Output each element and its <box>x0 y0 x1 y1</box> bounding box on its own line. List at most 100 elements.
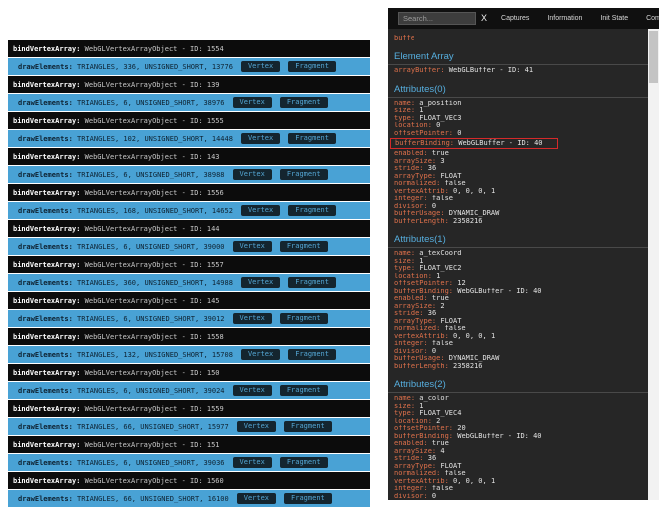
bind-vertex-array-row[interactable]: bindVertexArray: WebGLVertexArrayObject … <box>8 40 370 57</box>
bind-vertex-array-row[interactable]: bindVertexArray: WebGLVertexArrayObject … <box>8 328 370 345</box>
bind-vertex-array-row[interactable]: bindVertexArray: WebGLVertexArrayObject … <box>8 436 370 453</box>
property-name: integer: <box>394 340 428 347</box>
fragment-shader-button[interactable]: Fragment <box>279 457 328 468</box>
vertex-shader-button[interactable]: Vertex <box>240 205 281 216</box>
vertex-shader-button[interactable]: Vertex <box>240 349 281 360</box>
property-row: name: a_texCoord <box>388 250 648 258</box>
property-value: 2358216 <box>448 217 483 225</box>
bind-vertex-array-row[interactable]: bindVertexArray: WebGLVertexArrayObject … <box>8 220 370 237</box>
draw-elements-row[interactable]: drawElements: TRIANGLES, 6, UNSIGNED_SHO… <box>8 166 370 183</box>
fragment-shader-button[interactable]: Fragment <box>279 97 328 108</box>
bind-vertex-array-row[interactable]: bindVertexArray: WebGLVertexArrayObject … <box>8 364 370 381</box>
command-name: drawElements: <box>18 62 73 71</box>
command-args: WebGLVertexArrayObject - ID: 143 <box>80 152 220 161</box>
command-args: WebGLVertexArrayObject - ID: 150 <box>80 368 220 377</box>
command-name: bindVertexArray: <box>13 80 81 89</box>
property-row: stride: 36 <box>388 310 648 318</box>
property-row: bufferUsage: DYNAMIC_DRAW <box>388 355 648 363</box>
command-args: TRIANGLES, 336, UNSIGNED_SHORT, 13776 <box>72 62 233 71</box>
vertex-shader-button[interactable]: Vertex <box>232 385 272 396</box>
property-name: bufferUsage: <box>394 355 445 362</box>
property-row: offsetPointer: 12 <box>388 280 648 288</box>
vertex-shader-button[interactable]: Vertex <box>232 97 272 108</box>
command-name: bindVertexArray: <box>13 44 81 53</box>
search-input[interactable] <box>398 12 476 25</box>
vertex-shader-button[interactable]: Vertex <box>240 61 281 72</box>
property-name: enabled: <box>394 150 428 157</box>
bind-vertex-array-row[interactable]: bindVertexArray: WebGLVertexArrayObject … <box>8 112 370 129</box>
property-name: type: <box>394 265 416 272</box>
bind-vertex-array-row[interactable]: bindVertexArray: WebGLVertexArrayObject … <box>8 184 370 201</box>
command-args: TRIANGLES, 360, UNSIGNED_SHORT, 14988 <box>72 278 233 287</box>
draw-elements-row[interactable]: drawElements: TRIANGLES, 132, UNSIGNED_S… <box>8 346 370 363</box>
fragment-shader-button[interactable]: Fragment <box>288 61 336 72</box>
draw-elements-row[interactable]: drawElements: TRIANGLES, 6, UNSIGNED_SHO… <box>8 454 370 471</box>
property-name: divisor: <box>394 347 428 355</box>
property-name: arrayType: <box>394 317 437 325</box>
draw-elements-row[interactable]: drawElements: TRIANGLES, 66, UNSIGNED_SH… <box>8 490 370 507</box>
right-scrollbar[interactable] <box>648 29 659 500</box>
property-value: 1 <box>415 257 424 265</box>
fragment-shader-button[interactable]: Fragment <box>288 133 336 144</box>
fragment-shader-button[interactable]: Fragment <box>288 205 336 216</box>
draw-elements-row[interactable]: drawElements: TRIANGLES, 6, UNSIGNED_SHO… <box>8 310 370 327</box>
tab-init-state[interactable]: Init State <box>600 15 628 22</box>
vertex-shader-button[interactable]: Vertex <box>232 169 272 180</box>
vertex-shader-button[interactable]: Vertex <box>236 421 277 432</box>
draw-elements-row[interactable]: drawElements: TRIANGLES, 6, UNSIGNED_SHO… <box>8 382 370 399</box>
command-args: WebGLVertexArrayObject - ID: 1560 <box>80 476 224 485</box>
property-value: WebGLBuffer - ID: 40 <box>453 432 542 440</box>
command-args: WebGLVertexArrayObject - ID: 1558 <box>80 332 224 341</box>
command-name: bindVertexArray: <box>13 440 81 449</box>
command-args: TRIANGLES, 168, UNSIGNED_SHORT, 14652 <box>72 206 233 215</box>
draw-elements-row[interactable]: drawElements: TRIANGLES, 66, UNSIGNED_SH… <box>8 418 370 435</box>
fragment-shader-button[interactable]: Fragment <box>288 349 336 360</box>
bind-vertex-array-row[interactable]: bindVertexArray: WebGLVertexArrayObject … <box>8 292 370 309</box>
property-name: arraySize: <box>394 302 437 310</box>
command-args: TRIANGLES, 6, UNSIGNED_SHORT, 39036 <box>72 458 225 467</box>
vertex-shader-button[interactable]: Vertex <box>232 241 272 252</box>
property-name: location: <box>394 272 432 280</box>
property-name: vertexAttrib: <box>394 332 449 340</box>
vertex-shader-button[interactable]: Vertex <box>240 133 281 144</box>
draw-elements-row[interactable]: drawElements: TRIANGLES, 6, UNSIGNED_SHO… <box>8 238 370 255</box>
property-row: stride: 36 <box>388 455 648 463</box>
tab-captures[interactable]: Captures <box>501 15 529 22</box>
tab-commands[interactable]: Commands <box>646 15 659 22</box>
vertex-shader-button[interactable]: Vertex <box>232 313 272 324</box>
command-args: WebGLVertexArrayObject - ID: 1555 <box>80 116 224 125</box>
fragment-shader-button[interactable]: Fragment <box>284 421 332 432</box>
vertex-shader-button[interactable]: Vertex <box>232 457 272 468</box>
bind-vertex-array-row[interactable]: bindVertexArray: WebGLVertexArrayObject … <box>8 472 370 489</box>
draw-elements-row[interactable]: drawElements: TRIANGLES, 6, UNSIGNED_SHO… <box>8 94 370 111</box>
vertex-shader-button[interactable]: Vertex <box>236 493 277 504</box>
detail-panel: bufferLength: Element Array arrayBuffer: … <box>388 29 648 500</box>
fragment-shader-button[interactable]: Fragment <box>279 385 328 396</box>
bind-vertex-array-row[interactable]: bindVertexArray: WebGLVertexArrayObject … <box>8 76 370 93</box>
bind-vertex-array-row[interactable]: bindVertexArray: WebGLVertexArrayObject … <box>8 148 370 165</box>
bind-vertex-array-row[interactable]: bindVertexArray: WebGLVertexArrayObject … <box>8 400 370 417</box>
property-name: integer: <box>394 485 428 492</box>
property-name: bufferLength: <box>394 217 449 225</box>
fragment-shader-button[interactable]: Fragment <box>279 169 328 180</box>
clear-search-icon[interactable]: X <box>481 14 487 23</box>
vertex-shader-button[interactable]: Vertex <box>240 277 281 288</box>
property-row: arraySize: 4 <box>388 448 648 456</box>
draw-elements-row[interactable]: drawElements: TRIANGLES, 336, UNSIGNED_S… <box>8 58 370 75</box>
fragment-shader-button[interactable]: Fragment <box>284 493 332 504</box>
right-scrollbar-thumb[interactable] <box>649 31 658 83</box>
property-name: offsetPointer: <box>394 425 454 432</box>
draw-elements-row[interactable]: drawElements: TRIANGLES, 360, UNSIGNED_S… <box>8 274 370 291</box>
draw-elements-row[interactable]: drawElements: TRIANGLES, 102, UNSIGNED_S… <box>8 130 370 147</box>
fragment-shader-button[interactable]: Fragment <box>288 277 336 288</box>
fragment-shader-button[interactable]: Fragment <box>279 241 328 252</box>
property-value: 0 <box>453 129 462 137</box>
property-row: size: 1 <box>388 107 648 115</box>
draw-elements-row[interactable]: drawElements: TRIANGLES, 168, UNSIGNED_S… <box>8 202 370 219</box>
property-value: 0 <box>427 202 437 210</box>
fragment-shader-button[interactable]: Fragment <box>279 313 328 324</box>
command-name: bindVertexArray: <box>13 260 81 269</box>
property-name: normalized: <box>394 470 441 477</box>
tab-information[interactable]: Information <box>547 15 582 22</box>
bind-vertex-array-row[interactable]: bindVertexArray: WebGLVertexArrayObject … <box>8 256 370 273</box>
